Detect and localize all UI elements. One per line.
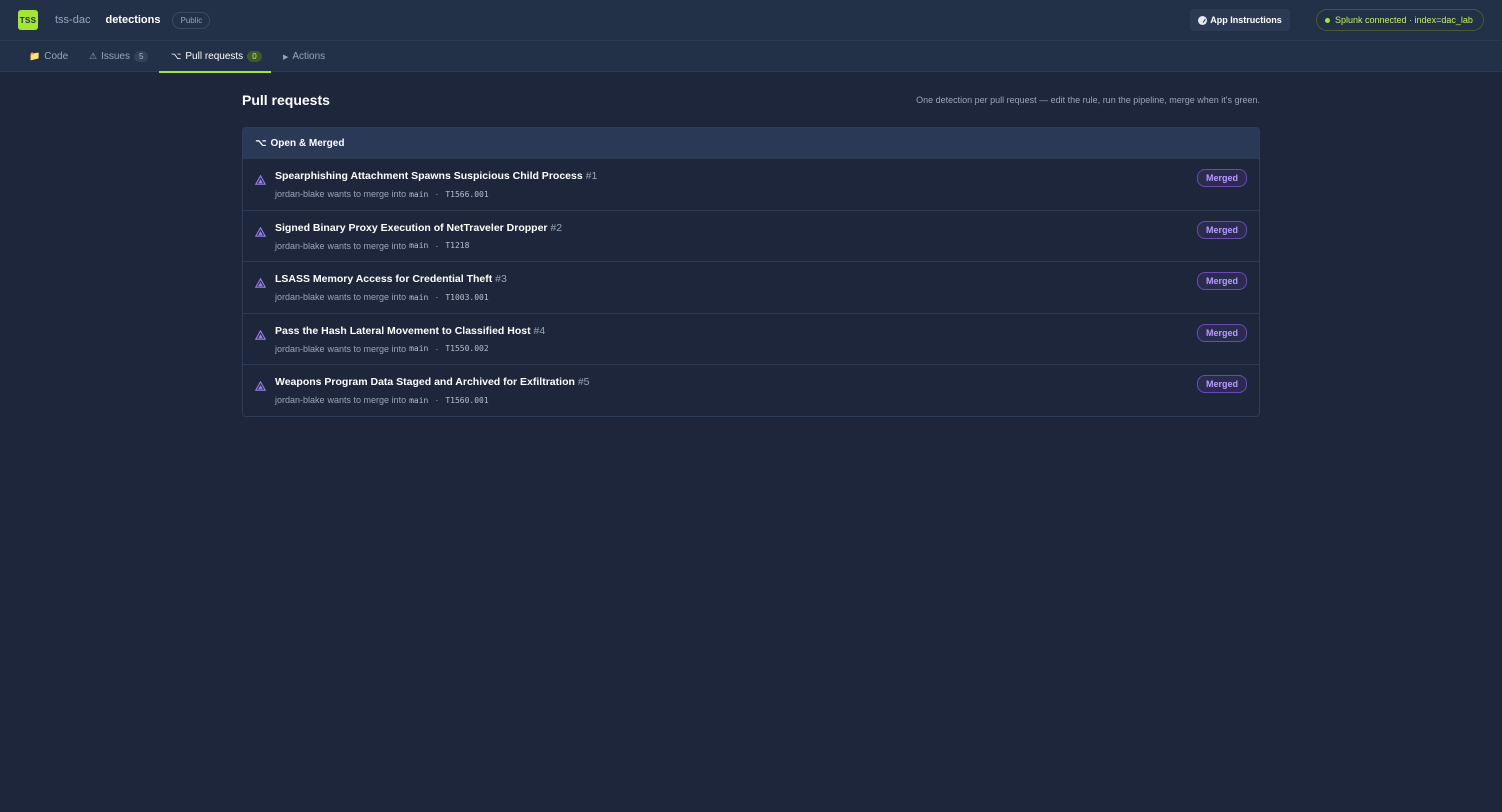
tab-pull-requests-label: Pull requests: [185, 51, 244, 62]
separator: ·: [435, 240, 439, 251]
list-header: ⌥ Open & Merged: [243, 128, 1259, 158]
pull-request-title[interactable]: Pass the Hash Lateral Movement to Classi…: [275, 325, 545, 337]
technique-id: T1560.001: [445, 395, 489, 405]
pull-requests-count-badge: 0: [247, 51, 262, 62]
pull-request-number: #3: [495, 273, 507, 286]
status-badge: Merged: [1196, 375, 1247, 394]
branch-name: main: [409, 292, 429, 302]
separator: ·: [435, 189, 439, 199]
merged-icon: [255, 278, 266, 288]
pull-request-icon: ⌥: [255, 137, 267, 149]
merged-icon: [255, 329, 266, 340]
list-header-title: Open & Merged: [270, 137, 345, 149]
separator: ·: [435, 395, 439, 406]
pull-request-icon: ⌥: [171, 51, 182, 61]
pull-request-meta: jordan-blake wants to merge into main · …: [275, 292, 489, 302]
tab-pull-requests[interactable]: ⌥ Pull requests 0: [159, 41, 271, 73]
status-badge: Merged: [1196, 272, 1247, 291]
visibility-badge: Public: [172, 11, 211, 29]
technique-id: T1550.002: [445, 344, 489, 354]
pull-request-title[interactable]: Spearphishing Attachment Spawns Suspicio…: [275, 170, 597, 182]
pull-request-number: #4: [533, 324, 546, 337]
pull-request-row[interactable]: Pass the Hash Lateral Movement to Classi…: [243, 312, 1259, 365]
folder-icon: 📁: [29, 51, 41, 61]
merged-icon: [255, 226, 266, 237]
app-instructions-button[interactable]: App Instructions: [1190, 9, 1290, 31]
tab-code-label: Code: [44, 51, 69, 62]
branch-name: main: [409, 395, 429, 405]
app-logo[interactable]: TSS: [18, 10, 38, 30]
technique-id: T1218: [445, 241, 470, 251]
repo-tabs: 📁 Code ⚠ Issues 5 ⌥ Pull requests 0 ▶ Ac…: [0, 41, 1502, 73]
tab-actions-label: Actions: [292, 51, 326, 62]
separator: ·: [435, 292, 439, 303]
tab-code[interactable]: 📁 Code: [29, 41, 68, 72]
merged-icon: [255, 381, 266, 392]
tab-issues-label: Issues: [101, 51, 130, 62]
pull-request-row[interactable]: LSASS Memory Access for Credential Theft…: [243, 261, 1259, 313]
pull-request-row[interactable]: Spearphishing Attachment Spawns Suspicio…: [243, 158, 1259, 210]
branch-name: main: [409, 241, 429, 251]
compass-icon: [1198, 15, 1208, 25]
top-header: TSS tss-dac detections Public App Instru…: [0, 0, 1502, 41]
pull-request-row[interactable]: Weapons Program Data Staged and Archived…: [243, 364, 1259, 416]
author-name: jordan-blake: [275, 395, 325, 406]
tab-actions[interactable]: ▶ Actions: [283, 41, 325, 72]
splunk-status-pill: Splunk connected · index=dac_lab: [1316, 9, 1484, 31]
page-header: Pull requests One detection per pull req…: [242, 72, 1260, 127]
page-subtitle: One detection per pull request — edit th…: [916, 94, 1260, 105]
separator: ·: [435, 343, 439, 354]
pull-request-title-text[interactable]: Weapons Program Data Staged and Archived…: [275, 376, 575, 388]
tab-issues[interactable]: ⚠ Issues 5: [89, 41, 149, 72]
page-title: Pull requests: [242, 91, 330, 108]
merged-icon: [255, 175, 266, 185]
pull-request-title[interactable]: LSASS Memory Access for Credential Theft…: [275, 273, 507, 285]
pull-request-title[interactable]: Weapons Program Data Staged and Archived…: [275, 376, 590, 388]
technique-id: T1566.001: [445, 189, 489, 199]
pull-request-title-text[interactable]: Signed Binary Proxy Execution of NetTrav…: [275, 222, 548, 234]
issues-count-badge: 5: [133, 51, 149, 62]
pull-request-meta: jordan-blake wants to merge into main · …: [275, 344, 489, 354]
app-instructions-label: App Instructions: [1210, 15, 1282, 25]
merge-text: wants to merge into: [327, 292, 407, 303]
repo-name-link[interactable]: detections: [105, 14, 160, 26]
pull-request-meta: jordan-blake wants to merge into main · …: [275, 189, 489, 199]
warning-icon: ⚠: [89, 51, 98, 61]
status-badge: Merged: [1196, 323, 1247, 342]
author-name: jordan-blake: [275, 189, 325, 199]
merge-text: wants to merge into: [327, 395, 407, 406]
main-content: Pull requests One detection per pull req…: [242, 72, 1260, 417]
pull-request-number: #2: [550, 221, 563, 234]
pull-request-title-text[interactable]: Spearphishing Attachment Spawns Suspicio…: [275, 170, 583, 182]
branch-name: main: [409, 189, 429, 199]
pull-request-meta: jordan-blake wants to merge into main · …: [275, 241, 469, 251]
author-name: jordan-blake: [275, 343, 325, 354]
repo-owner-link[interactable]: tss-dac: [55, 14, 90, 26]
author-name: jordan-blake: [275, 240, 325, 251]
pull-request-title-text[interactable]: LSASS Memory Access for Credential Theft: [275, 273, 492, 285]
pull-request-row[interactable]: Signed Binary Proxy Execution of NetTrav…: [243, 209, 1259, 262]
pull-request-meta: jordan-blake wants to merge into main · …: [275, 395, 489, 405]
pull-request-title[interactable]: Signed Binary Proxy Execution of NetTrav…: [275, 222, 562, 234]
merge-text: wants to merge into: [327, 189, 407, 199]
technique-id: T1003.001: [445, 292, 489, 302]
pull-request-number: #1: [585, 170, 598, 182]
pull-request-list: ⌥ Open & Merged Spearphishing Attachment…: [242, 127, 1260, 417]
play-icon: ▶: [283, 53, 289, 61]
pull-request-number: #5: [577, 376, 590, 389]
merge-text: wants to merge into: [327, 343, 407, 354]
author-name: jordan-blake: [275, 292, 325, 303]
branch-name: main: [409, 344, 429, 354]
splunk-status-label: Splunk connected · index=dac_lab: [1335, 15, 1473, 25]
status-badge: Merged: [1196, 169, 1247, 187]
merge-text: wants to merge into: [327, 240, 407, 251]
pull-request-title-text[interactable]: Pass the Hash Lateral Movement to Classi…: [275, 325, 531, 337]
status-badge: Merged: [1196, 220, 1247, 239]
status-dot-icon: [1325, 17, 1330, 23]
